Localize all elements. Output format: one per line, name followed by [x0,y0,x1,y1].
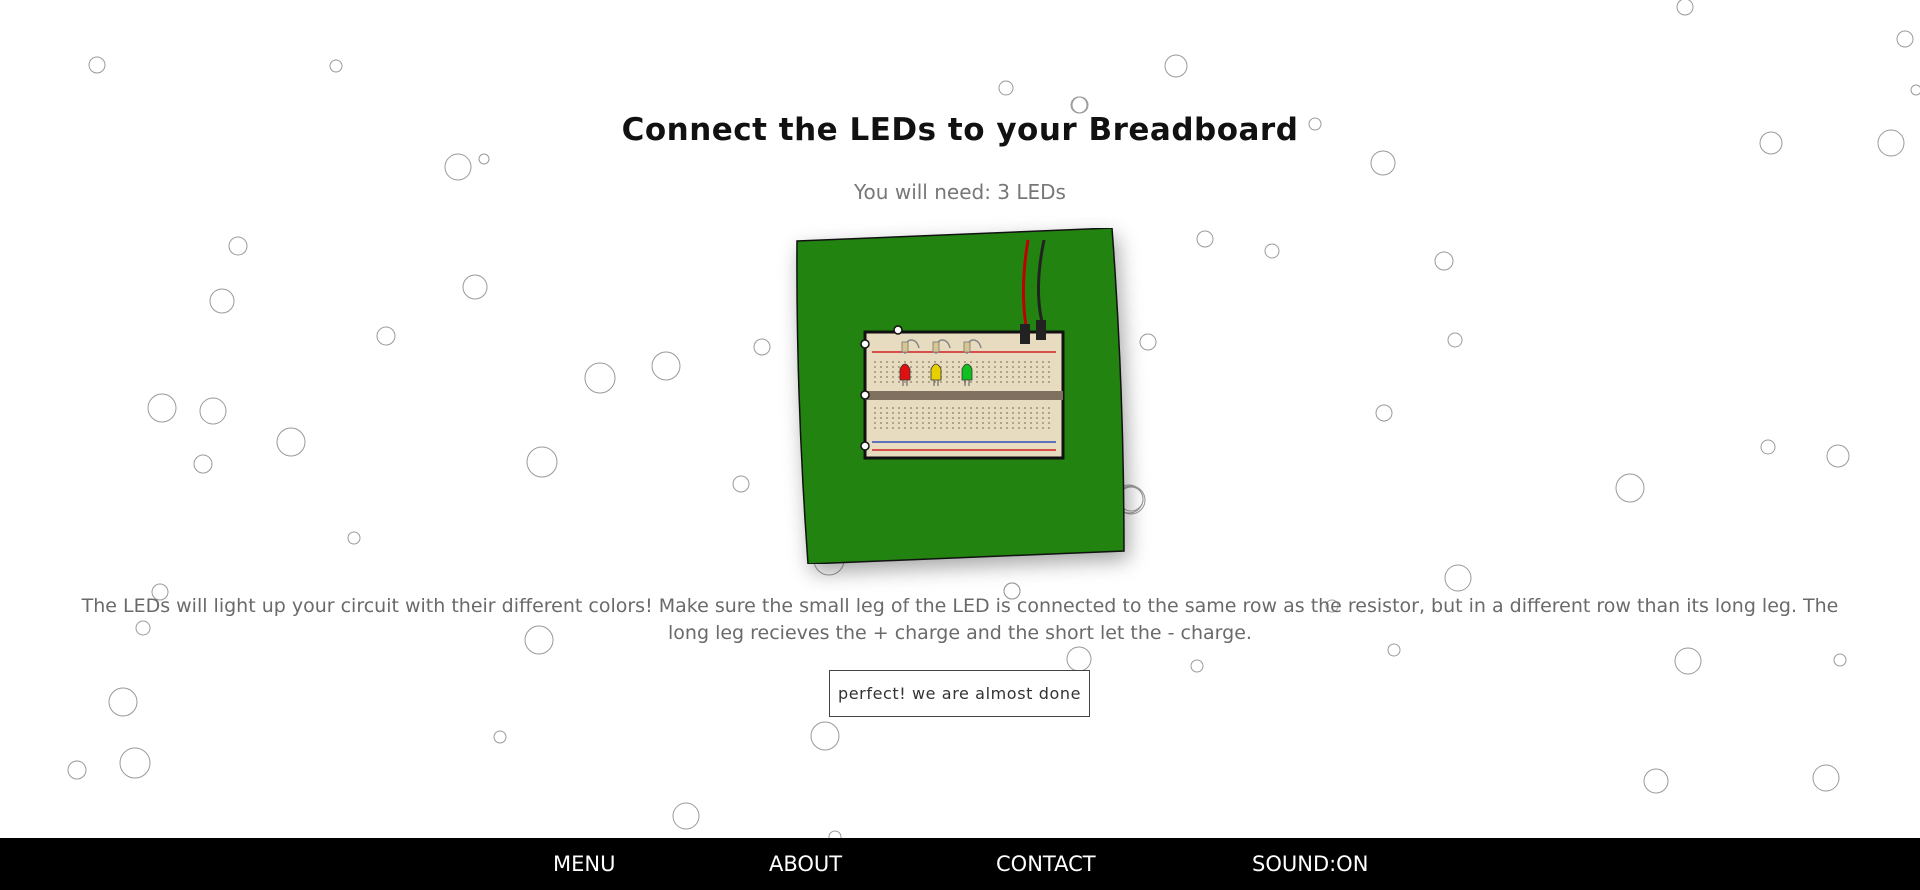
bubble-circle [1910,84,1920,96]
bubble-circle [147,393,177,423]
next-step-button[interactable]: perfect! we are almost done [829,670,1090,717]
bubble-circle [828,830,842,838]
bubble-circle [1370,150,1396,176]
bubble-circle [1434,251,1454,271]
bubble-circle [584,362,616,394]
instruction-text: The LEDs will light up your circuit with… [81,595,1839,644]
resistor [963,341,971,353]
bubble-circle [493,730,507,744]
bubble-circle [526,446,558,478]
bubble-circle [1643,768,1669,794]
bubble-circle [1674,647,1702,675]
bubble-circle [444,153,472,181]
sound-toggle[interactable]: SOUND:ON [1252,838,1368,890]
bubble-circle [119,747,151,779]
bubble-circle [998,80,1014,96]
bubble-circle [1833,653,1847,667]
yellow-led [930,363,942,381]
bubble-circle [1812,764,1840,792]
nav-contact-link[interactable]: CONTACT [996,838,1096,890]
bubble-circle [376,326,396,346]
bubble-circle [276,427,306,457]
bubble-circle [1447,332,1463,348]
bubble-circle [732,475,750,493]
bubble-circle [1071,96,1089,114]
bubble-circle [651,351,681,381]
bubble-circle [329,59,343,73]
bubble-circle [1264,243,1280,259]
black-wire-plug [1036,320,1046,340]
bubble-circle [1760,439,1776,455]
bubble-circle [1190,659,1204,673]
bubble-circle [1676,0,1694,16]
bubble-circle [67,760,87,780]
bottom-navigation: MENU ABOUT CONTACT SOUND:ON [0,838,1920,890]
breadboard-illustration [794,227,1126,565]
center-channel [865,391,1063,400]
bubble-circle [462,274,488,300]
bubble-circle [1139,333,1157,351]
bubble-circle [753,338,771,356]
bubble-circle [209,288,235,314]
page-title: Connect the LEDs to your Breadboard [621,112,1299,148]
bubble-circle [1066,646,1092,672]
needed-components-text: You will need: 3 LEDs [854,180,1066,204]
bubble-circle [199,397,227,425]
bubble-circle [108,687,138,717]
bubble-circle [1615,473,1645,503]
bubble-circle [1196,230,1214,248]
bubble-circle [1826,444,1850,468]
bubble-circle [1896,30,1914,48]
red-wire-plug [1020,324,1030,344]
bubble-circle [347,531,361,545]
bubble-circle [1375,404,1393,422]
bubble-circle [1444,564,1472,592]
nav-about-link[interactable]: ABOUT [769,838,842,890]
bubble-circle [1164,54,1188,78]
green-led [961,363,973,381]
bubble-circle [810,721,840,751]
bubble-circle [228,236,248,256]
bubble-circle [88,56,106,74]
bubble-circle [193,454,213,474]
nav-menu-link[interactable]: MENU [553,838,615,890]
bubble-circle [672,802,700,830]
resistor [932,341,940,353]
bubble-circle [1070,96,1088,114]
resistor [901,341,909,353]
bubble-circle [478,153,490,165]
red-led [899,363,911,381]
